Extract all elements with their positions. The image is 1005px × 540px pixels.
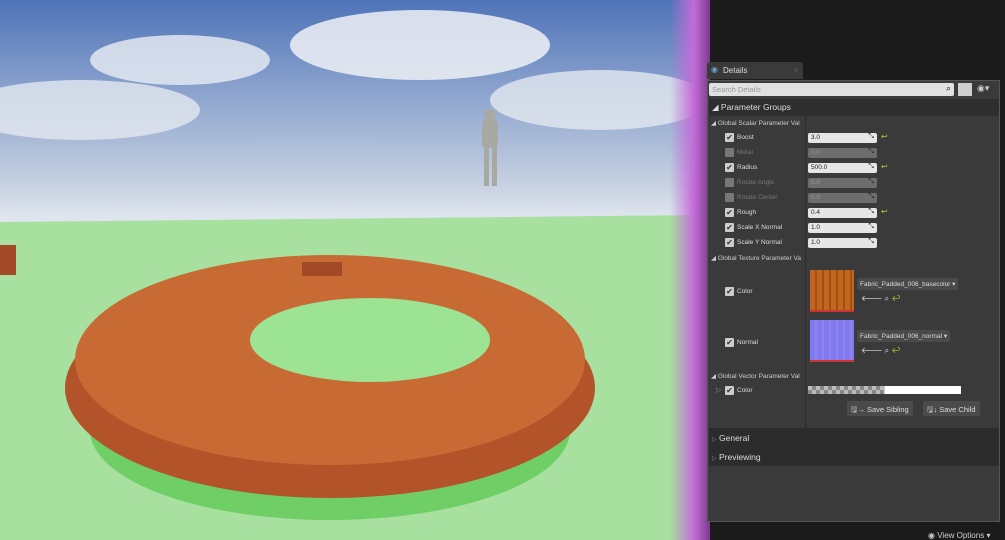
scalar-checkbox[interactable]: ✔ [725,178,734,187]
search-icon: ⌕ [945,83,951,93]
column-divider[interactable] [805,116,806,428]
reset-to-default-icon[interactable]: ↩ [881,162,888,171]
reset-icon[interactable]: ↩ [891,294,900,303]
parameter-groups-header[interactable]: ◢ Parameter Groups [709,99,999,116]
scalar-value-input[interactable]: 1.0 ⤡ [808,238,877,248]
tab-label: Details [723,66,748,75]
category-label: Previewing [719,452,761,462]
texture-asset-dropdown[interactable]: Fabric_Padded_006_basecolor ▾ [857,278,959,290]
close-icon[interactable]: × [793,66,798,75]
scalar-label: Radius [737,164,758,171]
parameter-groups-label: Parameter Groups [720,102,791,112]
button-label: Save Sibling [866,405,909,414]
vector-section[interactable]: ◢ Global Vector Parameter Val [711,372,800,380]
scalar-value: 3.0 [811,134,821,141]
scalar-checkbox[interactable]: ✔ [725,223,734,232]
scalar-value-input[interactable]: 0.4 ⤡ [808,208,877,218]
scalar-checkbox[interactable]: ✔ [725,163,734,172]
search-placeholder: Search Details [712,85,761,94]
eye-icon: ◉ [928,531,935,540]
scalar-checkbox[interactable]: ✔ [725,208,734,217]
category-previewing[interactable]: ▷ Previewing [709,447,999,466]
grid-view-button[interactable] [958,83,972,96]
scalar-value-input[interactable]: 1.0 ⤡ [808,223,877,233]
use-asset-icons[interactable]: 🡐 ⌕ ↩ [861,293,901,304]
asset-name: Fabric_Padded_006_normal [860,333,943,340]
scalar-label: Rotate Center [737,194,778,201]
scalar-checkbox[interactable]: ✔ [725,238,734,247]
scalar-value: 0.0 [811,194,821,201]
scalar-label: Boost [737,134,754,141]
scalar-value-input[interactable]: 500.0 ⤡ [808,163,877,173]
category-label: General [719,433,750,443]
scalar-value: 1.0 [811,224,821,231]
color-swatch[interactable] [808,386,961,394]
scalar-label: Scale Y Normal [737,239,782,246]
section-label: Global Vector Parameter Val [717,373,800,380]
texture-color-checkbox[interactable]: ✔ [725,287,734,296]
scalar-label: Rough [737,209,757,216]
drag-spin-icon[interactable]: ⤡ [868,163,874,171]
use-asset-icons[interactable]: 🡐 ⌕ ↩ [861,345,901,356]
texture-thumbnail-normal[interactable] [810,320,854,362]
view-options-button[interactable]: ◉ View Options ▾ [928,531,990,540]
scalar-value-input[interactable]: 0.0 ⤡ [808,178,877,188]
vector-label: Color [737,387,753,394]
eye-visibility-icon[interactable]: ◉▾ [977,83,989,94]
texture-label: Normal [737,339,758,346]
scalar-value: 0.0 [811,149,821,156]
viewport[interactable] [0,0,705,540]
viewport-edge-glow [670,0,710,540]
texture-thumbnail-basecolor[interactable] [810,270,854,312]
category-general[interactable]: ▷ General [709,428,999,447]
save-child-button[interactable]: 🖫↓ Save Child [923,401,980,416]
scalar-value: 0.0 [811,179,821,186]
scalar-label: Rotate Angle [737,179,775,186]
expand-arrow-icon[interactable]: ▷ [716,386,721,394]
scalar-value-input[interactable]: 0.0 ⤡ [808,148,877,158]
scalar-checkbox[interactable]: ✔ [725,193,734,202]
scalar-value: 1.0 [811,239,821,246]
search-input[interactable]: Search Details ⌕ [709,83,954,96]
scalar-value-input[interactable]: 3.0 ⤡ [808,133,877,143]
asset-name: Fabric_Padded_006_basecolor [860,281,951,288]
view-options-label: View Options [937,531,985,540]
scalar-label: Scale X Normal [737,224,783,231]
button-label: Save Child [939,405,976,414]
drag-spin-icon[interactable]: ⤡ [868,148,874,156]
details-icon: ◉ [711,65,718,74]
vector-color-checkbox[interactable]: ✔ [725,386,734,395]
reset-to-default-icon[interactable]: ↩ [881,207,888,216]
section-label: Global Texture Parameter Va [717,255,802,262]
texture-section[interactable]: ◢ Global Texture Parameter Va [711,254,801,262]
save-sibling-button[interactable]: 🖫→ Save Sibling [847,401,913,416]
scalar-checkbox[interactable]: ✔ [725,148,734,157]
drag-spin-icon[interactable]: ⤡ [868,178,874,186]
scalar-label: Metal [737,149,753,156]
scalar-value: 0.4 [811,209,821,216]
scalar-checkbox[interactable]: ✔ [725,133,734,142]
texture-label: Color [737,288,753,295]
texture-normal-checkbox[interactable]: ✔ [725,338,734,347]
reset-to-default-icon[interactable]: ↩ [881,132,888,141]
tab-details[interactable]: ◉ Details × [707,62,803,79]
drag-spin-icon[interactable]: ⤡ [868,238,874,246]
scalar-value: 500.0 [811,164,828,171]
texture-asset-dropdown[interactable]: Fabric_Padded_006_normal ▾ [857,330,951,342]
section-label: Global Scalar Parameter Val [717,120,800,127]
drag-spin-icon[interactable]: ⤡ [868,193,874,201]
drag-spin-icon[interactable]: ⤡ [868,223,874,231]
scene [0,10,705,540]
drag-spin-icon[interactable]: ⤡ [868,208,874,216]
scalar-value-input[interactable]: 0.0 ⤡ [808,193,877,203]
scalar-section[interactable]: ◢ Global Scalar Parameter Val [711,119,800,127]
drag-spin-icon[interactable]: ⤡ [868,133,874,141]
reset-icon[interactable]: ↩ [891,346,900,355]
